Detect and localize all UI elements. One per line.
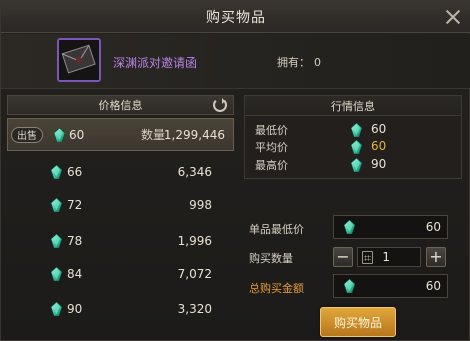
quantity-input-value: 1 xyxy=(382,250,390,264)
market-info-header: 行情信息 xyxy=(245,96,461,116)
gem-icon xyxy=(344,220,355,234)
quantity-label: 数量 xyxy=(141,128,166,142)
price-value: 78 xyxy=(67,233,83,248)
owned-count: 拥有： 0 xyxy=(277,54,321,70)
max-price-line: 最高价 90 xyxy=(255,157,445,173)
price-row[interactable]: 90 3,320 xyxy=(7,292,234,325)
item-info: 深渊派对邀请函 拥有： 0 xyxy=(1,34,470,89)
price-value: 66 xyxy=(67,164,83,179)
gem-icon xyxy=(344,279,355,293)
min-price-label: 最低价 xyxy=(255,124,288,137)
unit-min-price-label: 单品最低价 xyxy=(249,223,304,236)
quantity-value: 3,320 xyxy=(177,301,212,316)
min-price-line: 最低价 60 xyxy=(255,122,445,138)
price-value: 84 xyxy=(67,266,83,281)
avg-price-label: 平均价 xyxy=(255,141,288,154)
price-info-header: 价格信息 xyxy=(7,95,234,115)
price-value: 90 xyxy=(67,301,83,316)
sell-tag: 出售 xyxy=(11,126,43,143)
quantity-value: 998 xyxy=(189,197,212,212)
avg-price-line: 平均价 60 xyxy=(255,139,445,155)
quantity-value: 6,346 xyxy=(177,164,212,179)
gem-icon xyxy=(351,158,362,172)
price-row[interactable]: 72 998 xyxy=(7,188,234,221)
price-row-selected[interactable]: 出售 60 数量 1,299,446 xyxy=(7,118,234,151)
gem-icon xyxy=(51,302,62,316)
total-amount-label: 总购买金额 xyxy=(249,282,304,295)
gem-icon xyxy=(351,123,362,137)
price-value: 60 xyxy=(69,127,85,142)
total-amount-value: 60 xyxy=(425,279,441,293)
avg-price-value: 60 xyxy=(371,139,387,153)
price-info-title: 价格信息 xyxy=(98,99,143,112)
price-info-panel: 价格信息 出售 60 数量 1,299,446 66 6,346 72 998 … xyxy=(7,95,234,341)
owned-label: 拥有： xyxy=(277,56,310,69)
price-row[interactable]: 84 7,072 xyxy=(7,257,234,290)
refresh-icon[interactable] xyxy=(213,98,227,112)
quantity-value: 7,072 xyxy=(177,266,212,281)
price-value: 72 xyxy=(67,197,83,212)
max-price-label: 最高价 xyxy=(255,159,288,172)
gem-icon xyxy=(51,198,62,212)
purchase-quantity-label: 购买数量 xyxy=(249,252,293,265)
gem-icon xyxy=(51,234,62,248)
item-name: 深渊派对邀请函 xyxy=(113,56,198,70)
price-row[interactable]: 78 1,996 xyxy=(7,224,234,257)
min-price-value: 60 xyxy=(371,122,387,136)
owned-value: 0 xyxy=(314,56,321,69)
close-icon[interactable] xyxy=(443,7,463,27)
title-bar: 购买物品 xyxy=(1,1,470,33)
item-envelope-icon xyxy=(57,38,101,82)
gem-icon xyxy=(51,165,62,179)
minus-icon[interactable]: − xyxy=(333,247,353,267)
price-row[interactable]: 66 6,346 xyxy=(7,155,234,188)
gem-icon xyxy=(51,267,62,281)
unit-min-price-value: 60 xyxy=(425,220,441,234)
buy-button[interactable]: 购买物品 xyxy=(320,307,396,337)
calculator-icon[interactable] xyxy=(362,251,373,264)
plus-icon[interactable]: + xyxy=(426,247,446,267)
quantity-value: 1,299,446 xyxy=(163,127,225,142)
quantity-input[interactable]: 1 xyxy=(357,247,421,267)
unit-min-price-field: 60 xyxy=(333,215,448,239)
purchase-window: 购买物品 深渊派对邀请函 拥有： 0 价格信息 出售 60 数量 1,299,4… xyxy=(0,0,470,341)
max-price-value: 90 xyxy=(371,157,387,171)
window-title: 购买物品 xyxy=(206,9,266,26)
market-info-panel: 行情信息 最低价 60 平均价 60 最高价 90 xyxy=(244,95,462,179)
gem-icon xyxy=(351,140,362,154)
gem-icon xyxy=(54,128,65,142)
total-amount-field: 60 xyxy=(333,274,448,298)
quantity-value: 1,996 xyxy=(177,233,212,248)
